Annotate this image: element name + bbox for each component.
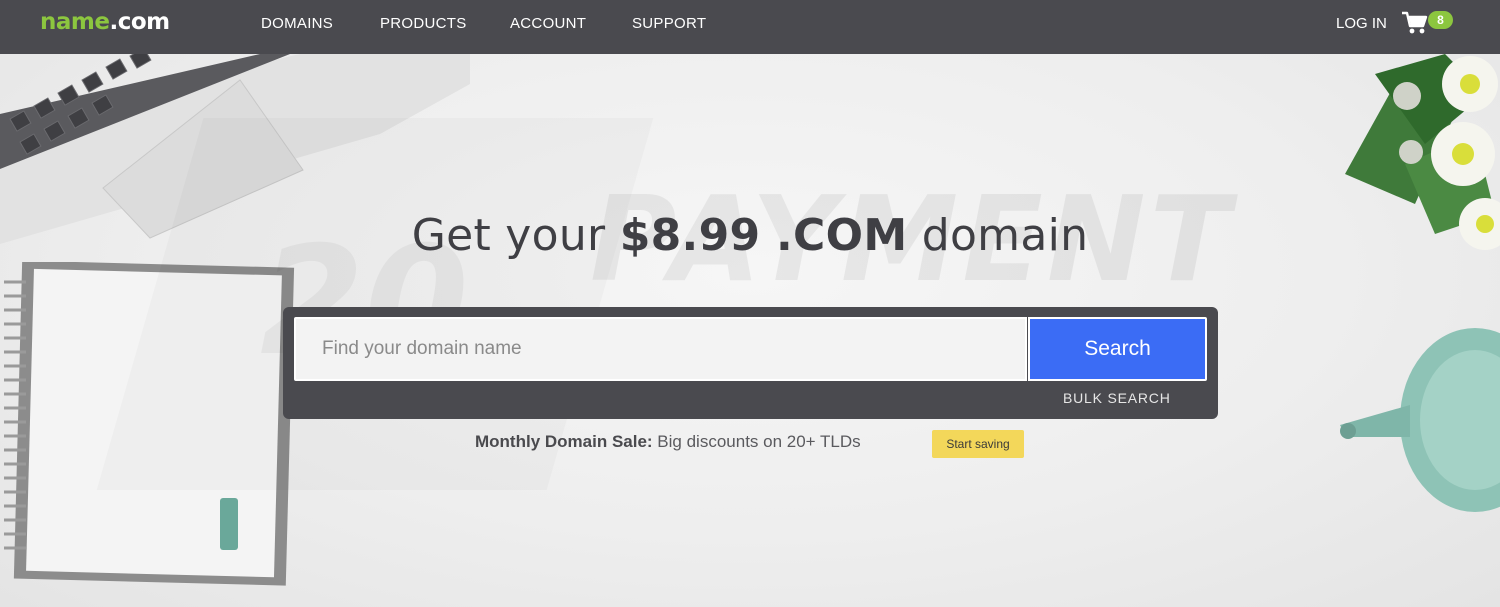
login-link[interactable]: LOG IN — [1336, 15, 1387, 32]
headline-price: $8.99 .COM — [619, 210, 908, 261]
nav-support[interactable]: SUPPORT — [632, 15, 706, 32]
start-saving-button[interactable]: Start saving — [932, 430, 1024, 458]
headline-prefix: Get your — [411, 210, 620, 261]
top-navbar: name.com DOMAINS PRODUCTS ACCOUNT SUPPOR… — [0, 0, 1500, 54]
brand-logo[interactable]: name.com — [40, 9, 170, 35]
nav-account[interactable]: ACCOUNT — [510, 15, 586, 32]
domain-search-input[interactable] — [294, 317, 1027, 381]
cart-icon[interactable] — [1401, 11, 1429, 35]
promo-text: Monthly Domain Sale: Big discounts on 20… — [475, 432, 861, 452]
hero-headline: Get your $8.99 .COM domain — [0, 210, 1500, 261]
bulk-search-link[interactable]: BULK SEARCH — [1063, 390, 1171, 406]
logo-name: name — [40, 9, 110, 35]
nav-products[interactable]: PRODUCTS — [380, 15, 467, 32]
promo-description: Big discounts on 20+ TLDs — [652, 432, 861, 451]
logo-tld: com — [117, 9, 170, 35]
promo-title: Monthly Domain Sale: — [475, 432, 653, 451]
hero-section: 20 PAYMENT پیک پرداخت Get your $8.99 .CO… — [0, 0, 1500, 607]
nav-domains[interactable]: DOMAINS — [261, 15, 333, 32]
search-button[interactable]: Search — [1028, 317, 1207, 381]
domain-search-panel: Search BULK SEARCH — [283, 307, 1218, 419]
headline-suffix: domain — [907, 210, 1089, 261]
logo-dot: . — [109, 9, 118, 35]
teapot-illustration — [1340, 328, 1500, 512]
cart-count-badge: 8 — [1428, 11, 1453, 29]
